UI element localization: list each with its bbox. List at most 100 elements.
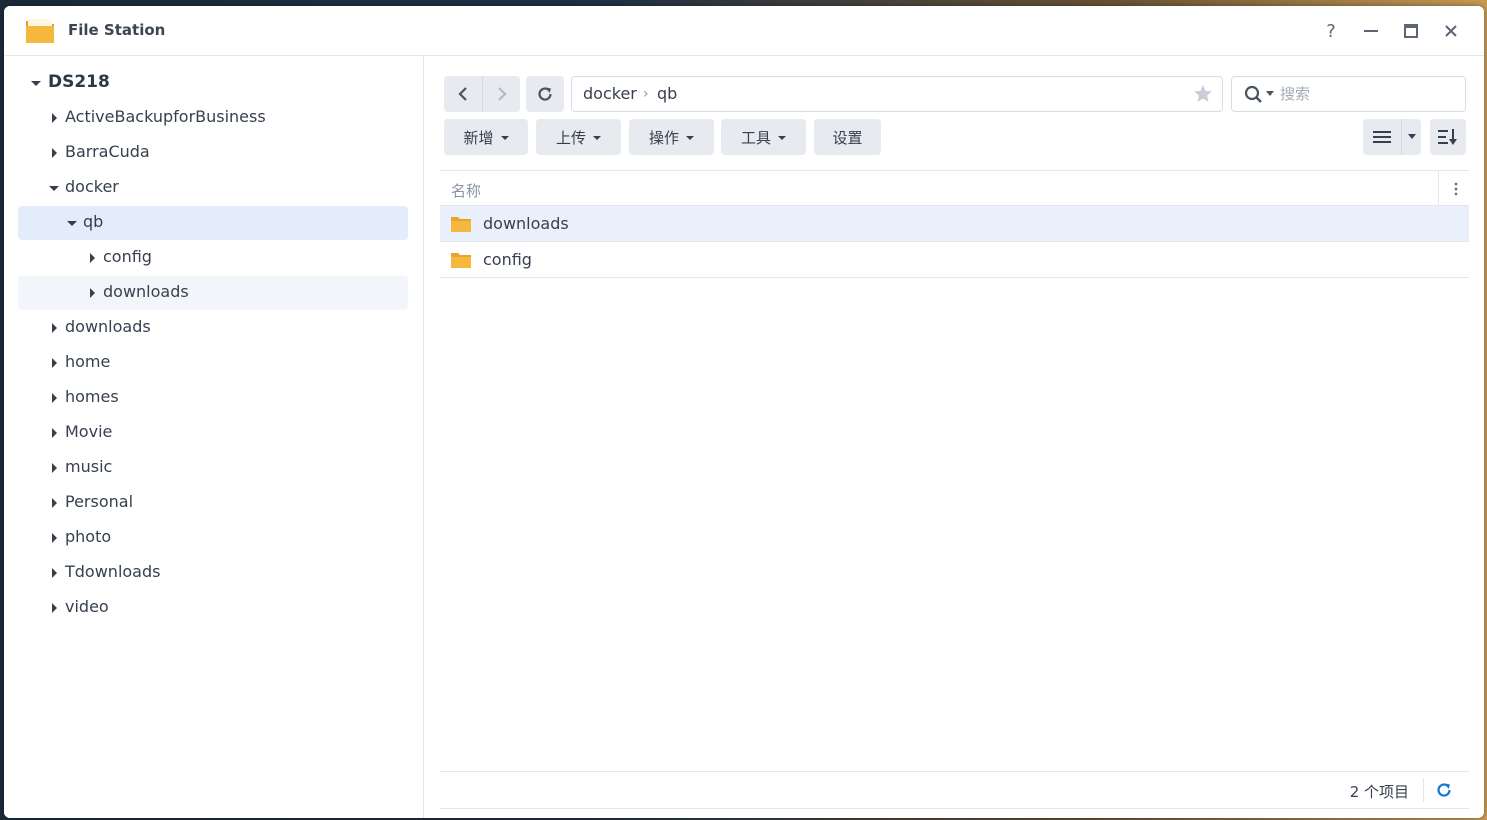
help-button[interactable]: ? <box>1318 18 1344 44</box>
history-nav <box>444 76 520 112</box>
tree-item-qb[interactable]: qb <box>18 206 408 240</box>
settings-button[interactable]: 设置 <box>814 119 881 155</box>
tree-item-label: photo <box>65 527 112 546</box>
tools-menu-label: 工具 <box>740 128 771 147</box>
view-mode-group <box>1363 119 1421 155</box>
caret-right-icon <box>52 603 57 613</box>
tree-item-config[interactable]: config <box>18 241 408 275</box>
help-icon: ? <box>1326 20 1336 42</box>
column-divider <box>1438 171 1439 205</box>
caret-right-icon <box>52 148 57 158</box>
path-segment-qb[interactable]: qb <box>657 84 677 103</box>
caret-down-icon <box>686 136 694 140</box>
list-header: 名称 <box>440 170 1469 206</box>
tree-item-label: video <box>65 597 109 616</box>
close-icon <box>1445 25 1457 37</box>
action-menu-button[interactable]: 操作 <box>629 119 714 155</box>
tree-item-home[interactable]: home <box>18 346 408 380</box>
file-name: downloads <box>483 214 569 233</box>
caret-right-icon <box>52 498 57 508</box>
tree-item-label: qb <box>83 212 104 231</box>
caret-right-icon <box>90 253 95 263</box>
list-view-icon <box>1373 131 1391 143</box>
tree-item-barracuda[interactable]: BarraCuda <box>18 136 408 170</box>
tree-item-movie[interactable]: Movie <box>18 416 408 450</box>
refresh-button[interactable] <box>526 76 564 112</box>
tree-item-label: Tdownloads <box>65 562 161 581</box>
caret-down-icon <box>49 186 59 191</box>
tree-item-label: config <box>103 247 152 266</box>
file-name: config <box>483 250 532 269</box>
tools-menu-button[interactable]: 工具 <box>721 119 806 155</box>
item-count: 2 个项目 <box>1349 783 1409 801</box>
title-bar: File Station ? <box>4 6 1484 56</box>
caret-right-icon <box>52 463 57 473</box>
create-menu-label: 新增 <box>463 128 494 147</box>
tree-item-label: home <box>65 352 111 371</box>
sort-icon <box>1438 129 1457 145</box>
sort-button[interactable] <box>1430 119 1466 155</box>
status-bar: 2 个项目 <box>440 771 1469 809</box>
tree-item-label: Movie <box>65 422 113 441</box>
path-segment-docker[interactable]: docker <box>583 84 637 103</box>
search-options-caret-icon[interactable] <box>1266 91 1274 97</box>
caret-down-icon <box>500 136 509 140</box>
folder-tree: DS218 ActiveBackupforBusiness BarraCuda … <box>4 56 424 818</box>
tree-item-label: downloads <box>65 317 151 336</box>
file-row[interactable]: config <box>440 242 1469 278</box>
search-box[interactable] <box>1231 76 1466 112</box>
create-menu-button[interactable]: 新增 <box>444 119 528 155</box>
main-pane: docker › qb 新增 上传 操作 工具 设置 <box>424 56 1484 818</box>
tree-item-personal[interactable]: Personal <box>18 486 408 520</box>
tree-item-label: ActiveBackupforBusiness <box>65 107 266 126</box>
status-divider <box>1423 778 1424 802</box>
tree-item-downloads[interactable]: downloads <box>18 311 408 345</box>
favorite-star-icon[interactable] <box>1192 83 1214 105</box>
file-row[interactable]: downloads <box>440 206 1469 242</box>
path-bar[interactable]: docker › qb <box>571 76 1223 112</box>
column-header-name[interactable]: 名称 <box>451 180 481 201</box>
minimize-icon <box>1364 30 1378 32</box>
tree-item-label: downloads <box>103 282 189 301</box>
tree-item-label: homes <box>65 387 119 406</box>
tree-item-label: BarraCuda <box>65 142 150 161</box>
chevron-right-icon <box>497 87 507 101</box>
action-menu-label: 操作 <box>648 128 679 147</box>
refresh-icon[interactable] <box>1435 781 1453 799</box>
file-station-app-icon <box>26 19 54 43</box>
close-button[interactable] <box>1438 18 1464 44</box>
file-station-window: File Station ? DS218 ActiveBackupforBusi… <box>4 6 1484 818</box>
tree-item-activebackupforbusiness[interactable]: ActiveBackupforBusiness <box>18 101 408 135</box>
maximize-button[interactable] <box>1398 18 1424 44</box>
list-view-button[interactable] <box>1363 119 1401 155</box>
view-mode-dropdown[interactable] <box>1401 119 1421 155</box>
tree-root-ds218[interactable]: DS218 <box>18 66 408 100</box>
tree-root-label: DS218 <box>48 72 110 92</box>
upload-menu-button[interactable]: 上传 <box>536 119 621 155</box>
column-menu-icon[interactable] <box>1451 181 1461 197</box>
tree-item-homes[interactable]: homes <box>18 381 408 415</box>
minimize-button[interactable] <box>1358 18 1384 44</box>
folder-icon <box>451 217 471 232</box>
tree-item-video[interactable]: video <box>18 591 408 625</box>
tree-item-photo[interactable]: photo <box>18 521 408 555</box>
caret-right-icon <box>52 533 57 543</box>
search-input[interactable] <box>1280 83 1460 105</box>
caret-down-icon <box>67 221 77 226</box>
refresh-icon <box>538 87 552 101</box>
tree-item-music[interactable]: music <box>18 451 408 485</box>
window-title: File Station <box>68 21 166 39</box>
caret-right-icon <box>52 428 57 438</box>
caret-down-icon <box>31 81 41 86</box>
path-separator: › <box>643 86 649 102</box>
settings-label: 设置 <box>832 128 863 147</box>
caret-right-icon <box>52 568 57 578</box>
back-button[interactable] <box>444 76 482 112</box>
tree-item-tdownloads[interactable]: Tdownloads <box>18 556 408 590</box>
caret-down-icon <box>1407 134 1416 139</box>
tree-item-label: Personal <box>65 492 134 511</box>
tree-item-qb-downloads[interactable]: downloads <box>18 276 408 310</box>
maximize-icon <box>1404 24 1418 38</box>
forward-button[interactable] <box>482 76 520 112</box>
tree-item-docker[interactable]: docker <box>18 171 408 205</box>
